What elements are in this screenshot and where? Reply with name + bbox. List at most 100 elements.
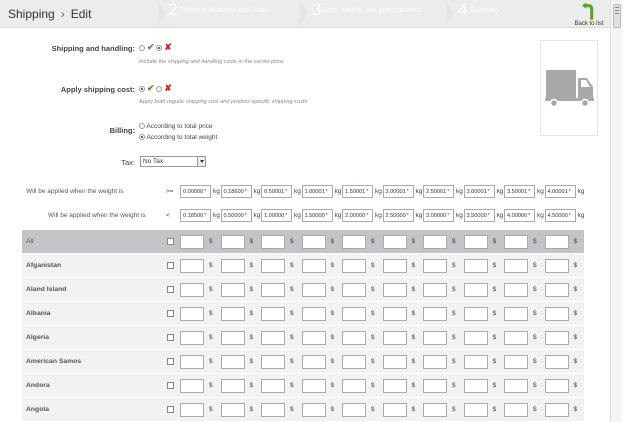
zone-price-input[interactable] bbox=[382, 355, 407, 369]
zone-price-input[interactable] bbox=[301, 331, 326, 345]
zone-price-input[interactable] bbox=[180, 235, 204, 249]
range-from-input[interactable]: 3.00001* bbox=[463, 185, 495, 198]
range-from-input[interactable]: 2.00001* bbox=[382, 185, 414, 198]
zone-price-input[interactable] bbox=[463, 403, 488, 417]
zone-price-input[interactable] bbox=[463, 355, 488, 369]
zone-price-input[interactable] bbox=[544, 403, 569, 417]
zone-price-input[interactable] bbox=[261, 259, 285, 273]
zone-price-input[interactable] bbox=[423, 307, 447, 321]
zone-price-input[interactable] bbox=[382, 235, 407, 249]
zone-price-input[interactable] bbox=[220, 307, 245, 321]
zone-price-input[interactable] bbox=[342, 307, 366, 321]
zone-price-input[interactable] bbox=[220, 259, 245, 273]
zone-price-input[interactable] bbox=[423, 283, 447, 297]
zone-price-input[interactable] bbox=[463, 331, 488, 345]
zone-price-input[interactable] bbox=[544, 235, 569, 249]
zone-price-input[interactable] bbox=[382, 379, 407, 393]
zone-price-input[interactable] bbox=[544, 283, 569, 297]
zone-price-input[interactable] bbox=[544, 331, 569, 345]
shipping-handling-yes-radio[interactable] bbox=[139, 44, 145, 51]
step-3[interactable]: 3 Size, weight, and group access bbox=[312, 0, 420, 26]
range-from-input[interactable]: 2.50001* bbox=[423, 185, 454, 198]
breadcrumb-parent[interactable]: Shipping bbox=[8, 7, 55, 21]
zone-price-input[interactable] bbox=[301, 379, 326, 393]
zone-price-input[interactable] bbox=[180, 379, 204, 393]
range-to-input[interactable]: 2.00000* bbox=[342, 209, 373, 222]
zone-price-input[interactable] bbox=[342, 355, 366, 369]
zone-price-input[interactable] bbox=[180, 307, 204, 321]
tax-select[interactable]: No Tax bbox=[140, 156, 206, 167]
zone-price-input[interactable] bbox=[220, 235, 245, 249]
range-from-input[interactable]: 0.50001* bbox=[261, 185, 292, 198]
zone-price-input[interactable] bbox=[423, 331, 447, 345]
zone-price-input[interactable] bbox=[463, 307, 488, 321]
zone-price-input[interactable] bbox=[544, 355, 569, 369]
zone-price-input[interactable] bbox=[463, 379, 488, 393]
zone-checkbox[interactable] bbox=[167, 406, 174, 413]
zone-price-input[interactable] bbox=[220, 283, 245, 297]
range-from-input[interactable]: 3.50001* bbox=[504, 185, 535, 198]
zone-price-input[interactable] bbox=[220, 355, 245, 369]
zone-price-input[interactable] bbox=[463, 235, 488, 249]
zone-checkbox[interactable] bbox=[167, 334, 174, 341]
zone-price-input[interactable] bbox=[220, 331, 245, 345]
zone-price-input[interactable] bbox=[382, 403, 407, 417]
apply-cost-yes-radio[interactable] bbox=[139, 85, 145, 92]
zone-price-input[interactable] bbox=[261, 379, 285, 393]
range-to-input[interactable]: 4.50000* bbox=[544, 209, 576, 222]
apply-cost-no-radio[interactable] bbox=[156, 85, 163, 92]
step-4[interactable]: 4 Summary bbox=[458, 0, 499, 26]
zone-price-input[interactable] bbox=[301, 259, 326, 273]
zone-price-input[interactable] bbox=[463, 259, 488, 273]
zone-price-input[interactable] bbox=[423, 379, 447, 393]
zone-price-input[interactable] bbox=[504, 379, 528, 393]
range-from-input[interactable]: 4.00001* bbox=[544, 185, 576, 198]
billing-total-weight-radio[interactable] bbox=[139, 134, 145, 141]
zone-checkbox[interactable] bbox=[167, 262, 174, 269]
range-to-input[interactable]: 0.18500* bbox=[180, 209, 211, 222]
zone-price-input[interactable] bbox=[261, 403, 285, 417]
zone-price-input[interactable] bbox=[504, 355, 528, 369]
billing-total-price-radio[interactable] bbox=[139, 123, 145, 130]
zone-price-input[interactable] bbox=[504, 259, 528, 273]
range-to-input[interactable]: 1.00000* bbox=[261, 209, 292, 222]
zone-price-input[interactable] bbox=[544, 307, 569, 321]
zone-price-input[interactable] bbox=[463, 283, 488, 297]
zone-price-input[interactable] bbox=[342, 259, 366, 273]
zone-checkbox[interactable] bbox=[167, 286, 174, 293]
zone-price-input[interactable] bbox=[301, 355, 326, 369]
back-to-list-button[interactable]: Back to list bbox=[572, 2, 606, 27]
zone-price-input[interactable] bbox=[382, 331, 407, 345]
zone-price-input[interactable] bbox=[342, 283, 366, 297]
billing-total-price-option[interactable]: According to total price bbox=[139, 123, 213, 130]
zone-price-input[interactable] bbox=[342, 403, 366, 417]
zone-price-input[interactable] bbox=[342, 331, 366, 345]
zone-checkbox[interactable] bbox=[167, 382, 174, 389]
range-from-input[interactable]: 1.00001* bbox=[301, 185, 333, 198]
zone-price-input[interactable] bbox=[180, 331, 204, 345]
range-to-input[interactable]: 3.50000* bbox=[463, 209, 495, 222]
zone-price-input[interactable] bbox=[220, 379, 245, 393]
zone-price-input[interactable] bbox=[342, 235, 366, 249]
zone-price-input[interactable] bbox=[180, 259, 204, 273]
vertical-scrollbar[interactable] bbox=[610, 0, 622, 422]
zone-price-input[interactable] bbox=[261, 307, 285, 321]
range-to-input[interactable]: 2.50000* bbox=[382, 209, 414, 222]
zone-price-input[interactable] bbox=[220, 403, 245, 417]
zone-price-input[interactable] bbox=[504, 235, 528, 249]
range-from-input[interactable]: 0.00000* bbox=[180, 185, 211, 198]
zone-price-input[interactable] bbox=[504, 307, 528, 321]
zone-checkbox[interactable] bbox=[167, 310, 174, 317]
zone-price-input[interactable] bbox=[301, 235, 326, 249]
zone-price-input[interactable] bbox=[382, 307, 407, 321]
zone-checkbox[interactable] bbox=[167, 358, 174, 365]
range-from-input[interactable]: 1.50001* bbox=[342, 185, 373, 198]
zone-price-input[interactable] bbox=[342, 379, 366, 393]
zone-price-input[interactable] bbox=[504, 283, 528, 297]
range-to-input[interactable]: 3.00000* bbox=[423, 209, 454, 222]
zone-price-input[interactable] bbox=[180, 403, 204, 417]
zone-price-input[interactable] bbox=[423, 259, 447, 273]
zone-price-input[interactable] bbox=[261, 355, 285, 369]
zone-price-input[interactable] bbox=[423, 403, 447, 417]
scrollbar-thumb[interactable] bbox=[613, 4, 621, 28]
